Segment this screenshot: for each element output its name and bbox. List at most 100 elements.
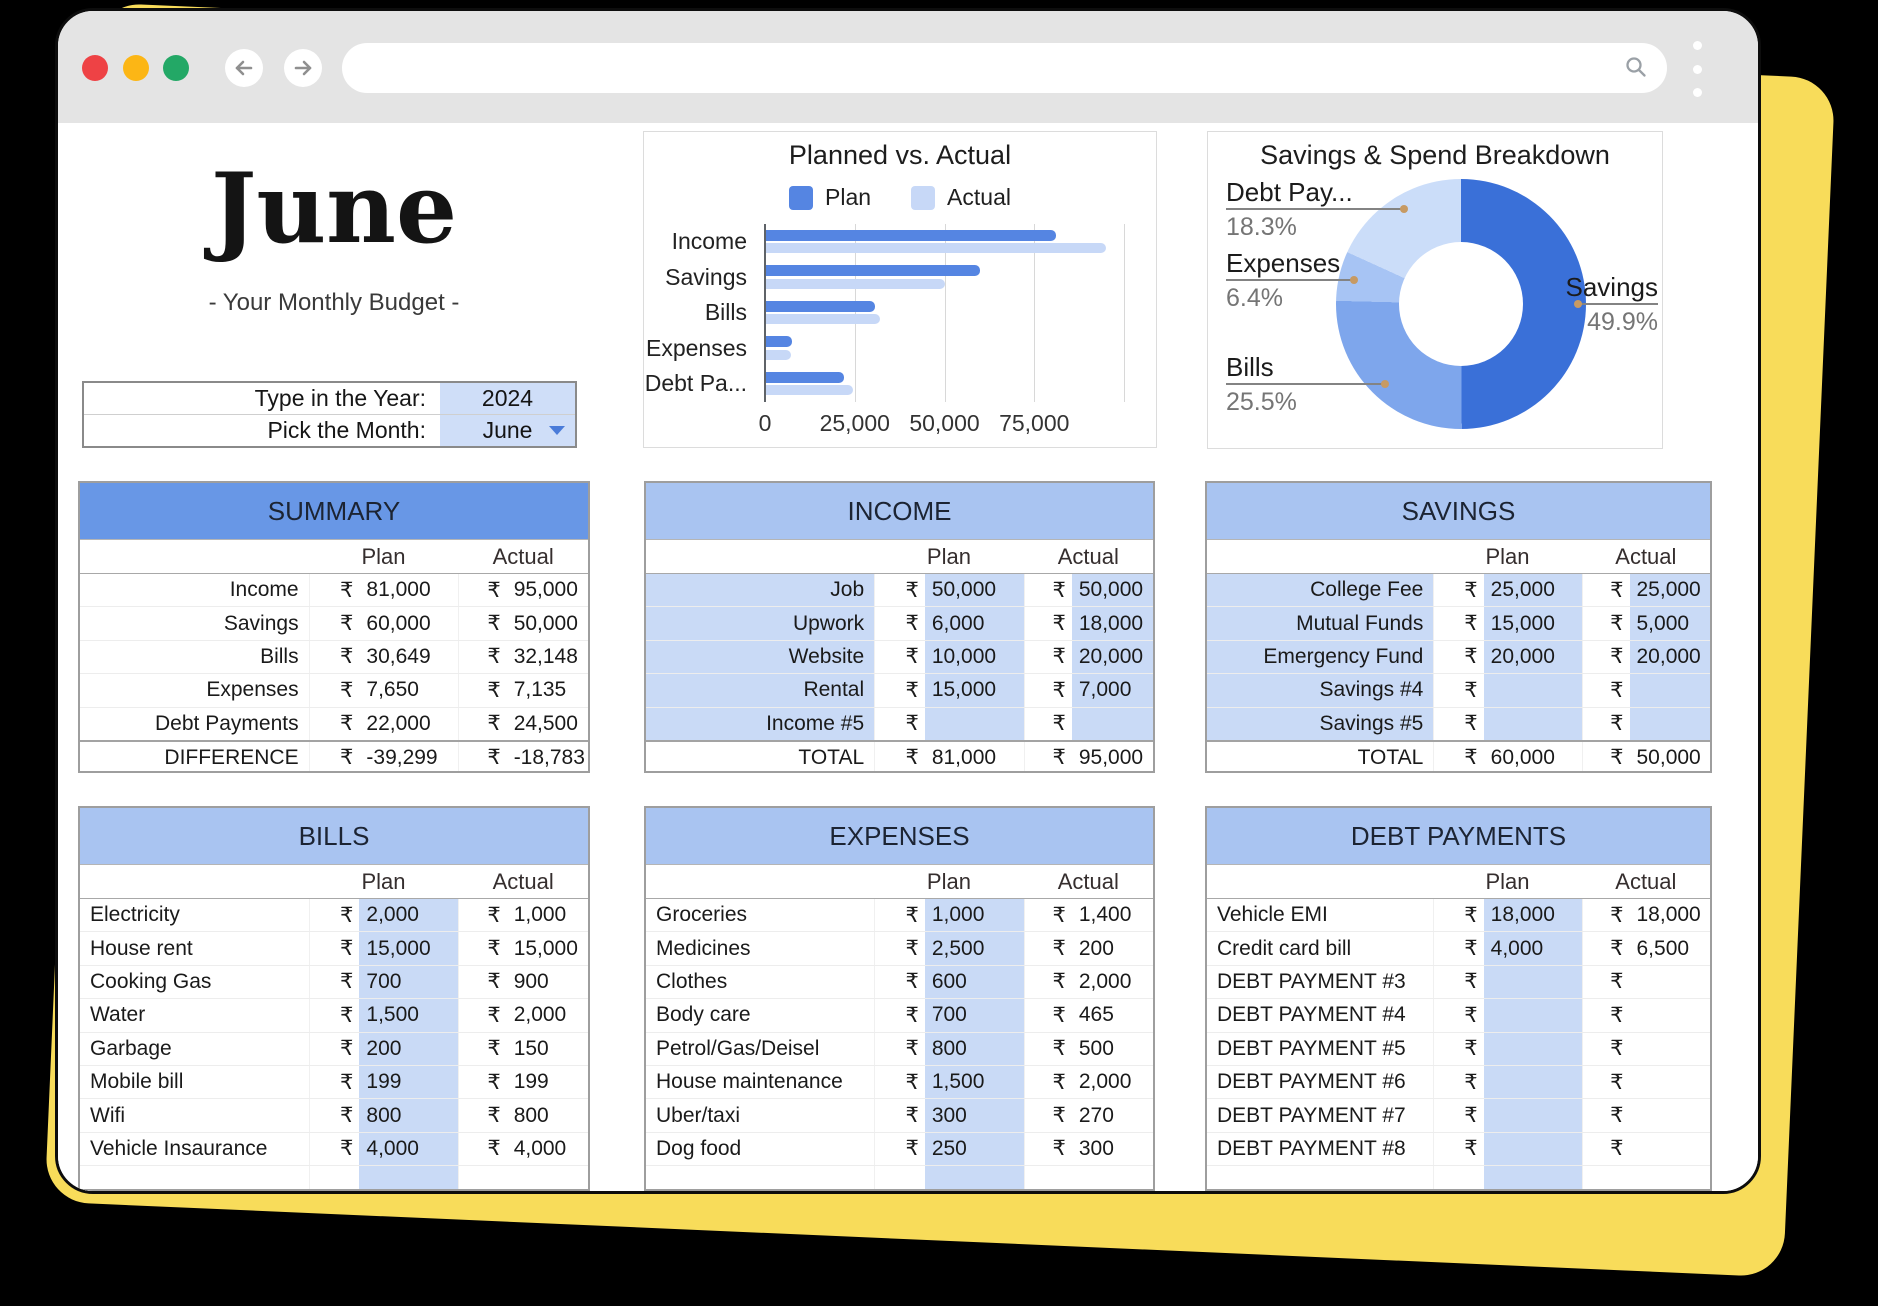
actual-currency-cell[interactable]: ₹ — [1024, 1133, 1072, 1165]
row-label-cell[interactable]: Dog food — [646, 1133, 874, 1165]
plan-value-cell[interactable]: 15,000 — [359, 932, 458, 964]
row-label-cell[interactable]: Credit card bill — [1207, 932, 1433, 964]
plan-value-cell[interactable]: 2,000 — [359, 899, 458, 931]
actual-currency-cell[interactable]: ₹ — [1024, 966, 1072, 998]
plan-value-cell[interactable]: 81,000 — [925, 742, 1024, 773]
plan-currency-cell[interactable]: ₹ — [874, 999, 925, 1031]
row-label-cell[interactable]: Debt Payments — [80, 708, 309, 740]
row-label-cell[interactable]: Upwork — [646, 607, 874, 639]
plan-value-cell[interactable] — [1484, 708, 1582, 740]
plan-value-cell[interactable]: 50,000 — [925, 574, 1024, 606]
plan-currency-cell[interactable]: ₹ — [309, 932, 360, 964]
actual-currency-cell[interactable]: ₹ — [1582, 1066, 1630, 1098]
actual-value-cell[interactable] — [1630, 1066, 1710, 1098]
actual-currency-cell[interactable]: ₹ — [458, 1066, 506, 1098]
plan-currency-cell[interactable]: ₹ — [1433, 1066, 1483, 1098]
plan-value-cell[interactable]: 200 — [359, 1033, 458, 1065]
row-label-cell[interactable]: Emergency Fund — [1207, 641, 1433, 673]
plan-value-cell[interactable]: 6,000 — [925, 607, 1024, 639]
plan-value-cell[interactable]: 81,000 — [359, 574, 458, 606]
back-button[interactable] — [225, 49, 263, 87]
plan-value-cell[interactable]: 20,000 — [1484, 641, 1582, 673]
year-input[interactable]: 2024 — [440, 383, 575, 414]
plan-value-cell[interactable]: 250 — [925, 1133, 1024, 1165]
plan-currency-cell[interactable]: ₹ — [1433, 1099, 1483, 1131]
row-label-cell[interactable]: DIFFERENCE — [80, 742, 309, 773]
row-label-cell[interactable]: TOTAL — [646, 742, 874, 773]
row-label-cell[interactable]: Water — [80, 999, 309, 1031]
actual-currency-cell[interactable]: ₹ — [458, 574, 506, 606]
actual-currency-cell[interactable]: ₹ — [458, 932, 506, 964]
actual-currency-cell[interactable]: ₹ — [458, 742, 506, 773]
plan-value-cell[interactable]: 700 — [359, 966, 458, 998]
plan-currency-cell[interactable]: ₹ — [309, 1066, 360, 1098]
row-label-cell[interactable]: Vehicle Insaurance — [80, 1133, 309, 1165]
row-label-cell[interactable]: DEBT PAYMENT #5 — [1207, 1033, 1433, 1065]
actual-currency-cell[interactable]: ₹ — [1024, 1033, 1072, 1065]
plan-currency-cell[interactable]: ₹ — [874, 1066, 925, 1098]
plan-currency-cell[interactable]: ₹ — [874, 607, 925, 639]
row-label-cell[interactable]: Petrol/Gas/Deisel — [646, 1033, 874, 1065]
actual-currency-cell[interactable]: ₹ — [1582, 1099, 1630, 1131]
actual-value-cell[interactable]: 7,000 — [1072, 674, 1153, 706]
actual-currency-cell[interactable]: ₹ — [1024, 1066, 1072, 1098]
plan-currency-cell[interactable]: ₹ — [874, 641, 925, 673]
plan-value-cell[interactable]: 15,000 — [925, 674, 1024, 706]
actual-currency-cell[interactable]: ₹ — [1024, 999, 1072, 1031]
actual-value-cell[interactable]: 800 — [507, 1099, 588, 1131]
plan-value-cell[interactable]: 1,500 — [925, 1066, 1024, 1098]
actual-value-cell[interactable]: 465 — [1072, 999, 1153, 1031]
actual-value-cell[interactable]: 24,500 — [507, 708, 588, 740]
actual-value-cell[interactable]: 2,000 — [507, 999, 588, 1031]
menu-kebab-icon[interactable] — [1693, 41, 1703, 97]
row-label-cell[interactable]: House rent — [80, 932, 309, 964]
plan-currency-cell[interactable]: ₹ — [874, 742, 925, 773]
plan-value-cell[interactable]: 30,649 — [359, 641, 458, 673]
actual-currency-cell[interactable]: ₹ — [1582, 966, 1630, 998]
plan-value-cell[interactable] — [1484, 674, 1582, 706]
actual-value-cell[interactable]: 50,000 — [507, 607, 588, 639]
row-label-cell[interactable]: DEBT PAYMENT #8 — [1207, 1133, 1433, 1165]
actual-value-cell[interactable]: 2,000 — [1072, 966, 1153, 998]
planned-vs-actual-chart[interactable]: Planned vs. Actual Plan Actual IncomeSav… — [643, 131, 1157, 448]
actual-value-cell[interactable]: 18,000 — [1072, 607, 1153, 639]
actual-value-cell[interactable]: 1,400 — [1072, 899, 1153, 931]
plan-currency-cell[interactable]: ₹ — [1433, 574, 1483, 606]
row-label-cell[interactable]: Income — [80, 574, 309, 606]
plan-currency-cell[interactable]: ₹ — [1433, 674, 1483, 706]
plan-currency-cell[interactable]: ₹ — [1433, 999, 1483, 1031]
plan-currency-cell[interactable]: ₹ — [874, 1033, 925, 1065]
actual-currency-cell[interactable]: ₹ — [1582, 574, 1630, 606]
row-label-cell[interactable]: Vehicle EMI — [1207, 899, 1433, 931]
plan-value-cell[interactable]: 7,650 — [359, 674, 458, 706]
actual-value-cell[interactable]: 7,135 — [507, 674, 588, 706]
plan-value-cell[interactable]: 300 — [925, 1099, 1024, 1131]
plan-currency-cell[interactable]: ₹ — [309, 574, 360, 606]
row-label-cell[interactable]: DEBT PAYMENT #6 — [1207, 1066, 1433, 1098]
row-label-cell[interactable]: Cooking Gas — [80, 966, 309, 998]
plan-currency-cell[interactable]: ₹ — [309, 999, 360, 1031]
plan-value-cell[interactable]: 10,000 — [925, 641, 1024, 673]
actual-value-cell[interactable]: 15,000 — [507, 932, 588, 964]
actual-value-cell[interactable] — [1630, 708, 1710, 740]
actual-currency-cell[interactable]: ₹ — [458, 641, 506, 673]
actual-currency-cell[interactable]: ₹ — [1582, 708, 1630, 740]
plan-value-cell[interactable] — [1484, 1066, 1582, 1098]
row-label-cell[interactable]: Mutual Funds — [1207, 607, 1433, 639]
plan-currency-cell[interactable]: ₹ — [874, 932, 925, 964]
actual-currency-cell[interactable]: ₹ — [1024, 607, 1072, 639]
row-label-cell[interactable]: Website — [646, 641, 874, 673]
actual-currency-cell[interactable]: ₹ — [1024, 742, 1072, 773]
plan-currency-cell[interactable]: ₹ — [309, 1133, 360, 1165]
row-label-cell[interactable]: College Fee — [1207, 574, 1433, 606]
row-label-cell[interactable]: Savings — [80, 607, 309, 639]
actual-value-cell[interactable]: 6,500 — [1630, 932, 1710, 964]
plan-currency-cell[interactable]: ₹ — [309, 674, 360, 706]
plan-currency-cell[interactable]: ₹ — [1433, 932, 1483, 964]
actual-value-cell[interactable] — [1630, 1099, 1710, 1131]
plan-value-cell[interactable]: 60,000 — [1484, 742, 1582, 773]
plan-currency-cell[interactable]: ₹ — [309, 742, 360, 773]
plan-currency-cell[interactable]: ₹ — [1433, 899, 1483, 931]
actual-value-cell[interactable] — [1630, 674, 1710, 706]
row-label-cell[interactable]: DEBT PAYMENT #7 — [1207, 1099, 1433, 1131]
